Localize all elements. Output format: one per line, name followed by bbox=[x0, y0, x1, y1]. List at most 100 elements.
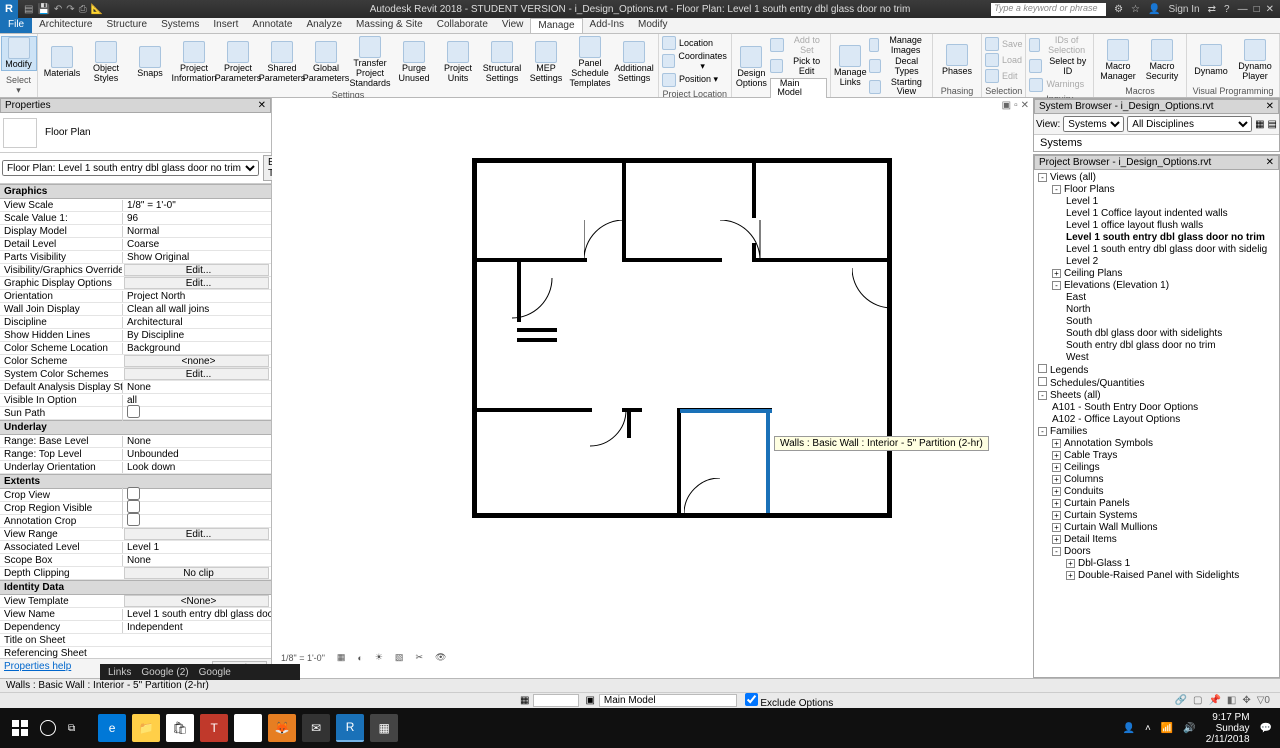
maximize-icon[interactable]: □ bbox=[1254, 4, 1260, 15]
property-row[interactable]: Wall Join DisplayClean all wall joins bbox=[0, 303, 271, 316]
tree-node[interactable]: South entry dbl glass door no trim bbox=[1034, 340, 1279, 352]
sysbrowser-systems-node[interactable]: Systems bbox=[1034, 134, 1279, 151]
user-icon[interactable]: 👤 bbox=[1148, 4, 1160, 15]
property-row[interactable]: Range: Top LevelUnbounded bbox=[0, 448, 271, 461]
revit-taskbar-icon[interactable]: R bbox=[336, 714, 364, 742]
instance-dropdown[interactable]: Floor Plan: Level 1 south entry dbl glas… bbox=[2, 160, 259, 176]
project-units-button[interactable]: Project Units bbox=[437, 41, 479, 84]
design-option-status-dropdown[interactable] bbox=[533, 694, 579, 707]
notifications-tray-icon[interactable]: 💬 bbox=[1260, 723, 1272, 734]
transfer-standards-button[interactable]: Transfer Project Standards bbox=[349, 36, 391, 89]
tree-node[interactable]: +Columns bbox=[1034, 474, 1279, 486]
sysbrowser-column-icon[interactable]: ▦ bbox=[1255, 119, 1264, 130]
properties-help-link[interactable]: Properties help bbox=[4, 661, 71, 676]
main-model-status-dropdown[interactable]: Main Model bbox=[599, 694, 737, 707]
tab-view[interactable]: View bbox=[495, 18, 531, 33]
tree-node[interactable]: Level 1 south entry dbl glass door with … bbox=[1034, 244, 1279, 256]
qat-undo-icon[interactable]: ↶ bbox=[54, 4, 62, 15]
expand-icon[interactable]: + bbox=[1052, 499, 1061, 508]
property-row[interactable]: Parts VisibilityShow Original bbox=[0, 251, 271, 264]
select-panel-label[interactable]: Select ▾ bbox=[3, 74, 34, 97]
sysbrowser-disciplines-dropdown[interactable]: All Disciplines bbox=[1127, 116, 1252, 132]
tree-node[interactable]: North bbox=[1034, 304, 1279, 316]
qat-measure-icon[interactable]: 📐 bbox=[91, 4, 103, 15]
tree-node[interactable]: East bbox=[1034, 292, 1279, 304]
tree-node[interactable]: +Conduits bbox=[1034, 486, 1279, 498]
select-pinned-icon[interactable]: 📌 bbox=[1208, 695, 1220, 706]
tree-node[interactable]: -Families bbox=[1034, 426, 1279, 438]
modify-button[interactable]: Modify bbox=[1, 36, 37, 71]
system-browser-close-icon[interactable]: ✕ bbox=[1266, 101, 1274, 112]
property-row[interactable]: Associated LevelLevel 1 bbox=[0, 541, 271, 554]
close-icon[interactable]: ✕ bbox=[1266, 4, 1274, 15]
property-row[interactable]: System Color SchemesEdit... bbox=[0, 368, 271, 381]
panel-schedule-button[interactable]: Panel Schedule Templates bbox=[569, 36, 611, 89]
property-row[interactable]: Scale Value 1:96 bbox=[0, 212, 271, 225]
property-row[interactable]: View RangeEdit... bbox=[0, 528, 271, 541]
tab-structure[interactable]: Structure bbox=[99, 18, 154, 33]
expand-icon[interactable]: + bbox=[1052, 451, 1061, 460]
property-row[interactable]: Show Hidden LinesBy Discipline bbox=[0, 329, 271, 342]
tree-node[interactable]: -Sheets (all) bbox=[1034, 390, 1279, 402]
qat-save-icon[interactable]: 💾 bbox=[37, 4, 49, 15]
property-section[interactable]: Underlay bbox=[0, 420, 271, 435]
tree-node[interactable]: A101 - South Entry Door Options bbox=[1034, 402, 1279, 414]
firefox-taskbar-icon[interactable]: 🦊 bbox=[268, 714, 296, 742]
tree-node[interactable]: -Doors bbox=[1034, 546, 1279, 558]
project-browser-tree[interactable]: -Views (all)-Floor PlansLevel 1Level 1 C… bbox=[1034, 170, 1279, 677]
property-row[interactable]: Color Scheme LocationBackground bbox=[0, 342, 271, 355]
property-row[interactable]: Referencing Sheet bbox=[0, 647, 271, 658]
drag-elements-icon[interactable]: ✥ bbox=[1242, 695, 1250, 706]
structural-settings-button[interactable]: Structural Settings bbox=[481, 41, 523, 84]
sun-path-icon[interactable]: ☀ bbox=[372, 651, 386, 664]
tree-node[interactable]: +Ceilings bbox=[1034, 462, 1279, 474]
tree-node[interactable]: A102 - Office Layout Options bbox=[1034, 414, 1279, 426]
google-link-2[interactable]: Google bbox=[199, 667, 231, 678]
cortana-icon[interactable] bbox=[40, 720, 56, 736]
tree-node[interactable]: +Curtain Wall Mullions bbox=[1034, 522, 1279, 534]
tree-node[interactable]: Level 1 bbox=[1034, 196, 1279, 208]
app-taskbar-icon-2[interactable]: ▦ bbox=[370, 714, 398, 742]
visual-style-icon[interactable]: ◐ bbox=[354, 652, 365, 664]
macro-security-button[interactable]: Macro Security bbox=[1141, 39, 1183, 82]
property-row[interactable]: Annotation Crop bbox=[0, 515, 271, 528]
object-styles-button[interactable]: Object Styles bbox=[85, 41, 127, 84]
tree-node[interactable]: -Elevations (Elevation 1) bbox=[1034, 280, 1279, 292]
tree-node[interactable]: Level 2 bbox=[1034, 256, 1279, 268]
tree-node[interactable]: South bbox=[1034, 316, 1279, 328]
qat-print-icon[interactable]: ⎙ bbox=[79, 4, 87, 15]
file-tab[interactable]: File bbox=[0, 18, 32, 33]
help-search-input[interactable]: Type a keyword or phrase bbox=[991, 3, 1106, 16]
collapse-icon[interactable]: - bbox=[1052, 185, 1061, 194]
mail-taskbar-icon[interactable]: ✉ bbox=[302, 714, 330, 742]
property-row[interactable]: Display ModelNormal bbox=[0, 225, 271, 238]
start-button[interactable] bbox=[12, 720, 28, 736]
tree-node[interactable]: Level 1 office layout flush walls bbox=[1034, 220, 1279, 232]
property-row[interactable]: Sun Path bbox=[0, 407, 271, 420]
subscription-icon[interactable]: ⚙ bbox=[1114, 4, 1123, 15]
view-control-bar[interactable]: 1/8" = 1'-0" ▦ ◐ ☀ ▧ ✂ 👁 bbox=[278, 651, 449, 664]
exchange-icon[interactable]: ⇄ bbox=[1208, 4, 1216, 15]
select-face-icon[interactable]: ◧ bbox=[1227, 695, 1236, 706]
tree-node[interactable]: +Ceiling Plans bbox=[1034, 268, 1279, 280]
network-tray-icon[interactable]: 📶 bbox=[1161, 723, 1173, 734]
people-tray-icon[interactable]: 👤 bbox=[1123, 723, 1135, 734]
property-row[interactable]: Color Scheme<none> bbox=[0, 355, 271, 368]
properties-close-icon[interactable]: ✕ bbox=[258, 100, 266, 111]
tab-analyze[interactable]: Analyze bbox=[299, 18, 349, 33]
shadows-icon[interactable]: ▧ bbox=[392, 651, 407, 664]
materials-button[interactable]: Materials bbox=[41, 46, 83, 79]
collapse-icon[interactable]: - bbox=[1038, 391, 1047, 400]
decal-types-button[interactable]: Decal Types bbox=[869, 57, 929, 77]
tree-node[interactable]: -Floor Plans bbox=[1034, 184, 1279, 196]
select-by-id-button[interactable]: Select by ID bbox=[1029, 57, 1090, 77]
sysbrowser-systems-dropdown[interactable]: Systems bbox=[1063, 116, 1124, 132]
drive-taskbar-icon[interactable]: ▲ bbox=[234, 714, 262, 742]
sysbrowser-filter-icon[interactable]: ▤ bbox=[1268, 119, 1277, 130]
tab-architecture[interactable]: Architecture bbox=[32, 18, 99, 33]
property-section[interactable]: Graphics bbox=[0, 184, 271, 199]
crop-icon[interactable]: ✂ bbox=[412, 651, 426, 664]
expand-icon[interactable]: + bbox=[1052, 439, 1061, 448]
detail-level-icon[interactable]: ▦ bbox=[334, 651, 349, 664]
property-row[interactable]: DependencyIndependent bbox=[0, 621, 271, 634]
